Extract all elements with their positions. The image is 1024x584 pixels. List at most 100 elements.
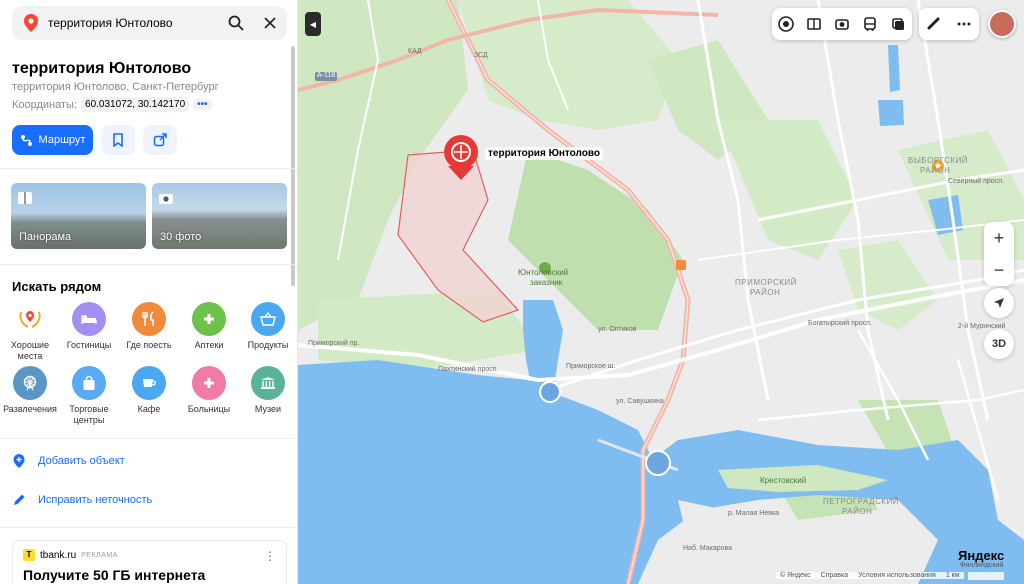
clear-search-button[interactable]: [253, 6, 287, 40]
terms-link[interactable]: Условия использования: [858, 572, 936, 579]
cup-icon: [132, 366, 166, 400]
category-label: Гостиницы: [66, 340, 112, 350]
street-label-severny: Северный просп.: [948, 178, 1004, 185]
category-hospitals[interactable]: Больницы: [179, 366, 239, 415]
map-view[interactable]: КАД А-118 ЗСД Юнтоловский заказник ВЫБОР…: [298, 0, 1024, 584]
ad-source: T tbank.ru РЕКЛАМА: [23, 549, 118, 561]
panel-scrollbar[interactable]: [291, 46, 295, 286]
search-icon: [228, 15, 244, 31]
place-title: территория Юнтолово: [12, 60, 192, 77]
category-museums[interactable]: Музеи: [238, 366, 297, 415]
layers-stack-icon[interactable]: [889, 15, 907, 33]
help-link[interactable]: Справка: [821, 572, 848, 579]
divider: [0, 438, 297, 439]
search-button[interactable]: [219, 6, 253, 40]
zoom-in-button[interactable]: +: [984, 222, 1014, 254]
search-input[interactable]: территория Юнтолово: [48, 16, 219, 30]
copyright-text: © Яндекс: [780, 572, 811, 579]
reserve-label-2: заказник: [530, 278, 563, 287]
coordinates-value[interactable]: 60.031072, 30.142170: [81, 97, 190, 112]
user-avatar[interactable]: [988, 10, 1016, 38]
add-object-label: Добавить объект: [38, 455, 125, 467]
panorama-book-icon[interactable]: [805, 15, 823, 33]
route-button[interactable]: Маршрут: [12, 125, 93, 155]
district-label-primorsky-2: РАЙОН: [750, 288, 781, 297]
close-icon: [264, 17, 276, 29]
divider: [0, 527, 297, 528]
3d-button[interactable]: 3D: [984, 329, 1014, 359]
category-label: Торговые центры: [69, 404, 109, 425]
category-hotels[interactable]: Гостиницы: [59, 302, 119, 351]
panorama-label: Панорама: [19, 231, 72, 243]
district-label-primorsky: ПРИМОРСКИЙ: [735, 278, 797, 287]
category-label: Хорошие места: [10, 340, 50, 361]
plus-icon: [192, 366, 226, 400]
scale-label: 1 км: [945, 572, 960, 579]
ad-card[interactable]: T tbank.ru РЕКЛАМА ⋮ Получите 50 ГБ инте…: [12, 540, 287, 584]
panorama-icon: [18, 192, 32, 204]
add-object-link[interactable]: Добавить объект: [12, 453, 125, 469]
yandex-logo: Яндекс: [958, 548, 1005, 563]
map-tools-toolbar: [919, 8, 979, 40]
map-canvas[interactable]: [298, 0, 1024, 584]
museum-icon: [251, 366, 285, 400]
add-location-icon: [13, 454, 25, 468]
location-arrow-icon: [994, 298, 1004, 308]
pencil-icon: [14, 494, 25, 505]
street-label-primorsky: Приморский пр.: [308, 340, 360, 347]
fix-error-label: Исправить неточность: [38, 494, 153, 506]
ad-menu-icon[interactable]: ⋮: [264, 549, 276, 563]
more-dots-icon[interactable]: [955, 15, 973, 33]
ad-headline: Получите 50 ГБ интернета: [23, 567, 206, 583]
fix-error-link[interactable]: Исправить неточность: [12, 493, 152, 507]
category-good-places[interactable]: Хорошие места: [0, 302, 60, 362]
share-button[interactable]: [143, 125, 177, 155]
marker-label[interactable]: территория Юнтолово: [485, 147, 603, 160]
transport-bus-icon[interactable]: [861, 15, 879, 33]
category-food[interactable]: Где поесть: [119, 302, 179, 351]
district-label-petrogradsky: ПЕТРОГРАДСКИЙ: [823, 497, 899, 506]
layers-circle-icon[interactable]: [777, 15, 795, 33]
panorama-card[interactable]: Панорама: [11, 183, 146, 249]
zoom-out-button[interactable]: −: [984, 254, 1014, 286]
road-label-zsd: ЗСД: [474, 52, 488, 59]
category-pharmacies[interactable]: Аптеки: [179, 302, 239, 351]
ruler-icon[interactable]: [925, 15, 943, 33]
coordinates-label: Координаты:: [12, 98, 78, 111]
category-label: Развлечения: [3, 404, 57, 414]
laurel-pin-icon: [13, 302, 47, 336]
category-entertainment[interactable]: Развлечения: [0, 366, 60, 415]
fork-knife-icon: [132, 302, 166, 336]
geolocation-button[interactable]: [984, 288, 1014, 318]
street-label-optikov: ул. Оптиков: [598, 326, 637, 333]
search-bar[interactable]: территория Юнтолово: [12, 6, 287, 40]
category-label: Кафе: [137, 404, 161, 414]
bookmark-button[interactable]: [101, 125, 135, 155]
bag-icon: [72, 366, 106, 400]
category-groceries[interactable]: Продукты: [238, 302, 297, 351]
category-malls[interactable]: Торговые центры: [59, 366, 119, 426]
reserve-label-1: Юнтоловский: [518, 268, 569, 277]
share-icon: [153, 133, 167, 147]
photos-card[interactable]: 30 фото: [152, 183, 287, 249]
street-label-bogatyrsky: Богатырский просп.: [808, 320, 872, 327]
ferris-wheel-icon: [13, 366, 47, 400]
street-label-pakhtinsky: Пахтинский просп.: [438, 366, 499, 373]
divider: [0, 168, 297, 169]
category-label: Музеи: [254, 404, 282, 414]
island-label: Крестовский: [760, 476, 807, 485]
street-label-malaya-nevka: р. Малая Невка: [728, 510, 780, 517]
ad-tag: РЕКЛАМА: [81, 551, 118, 559]
ad-source-label: tbank.ru: [40, 549, 77, 561]
bookmark-icon: [113, 133, 123, 147]
plus-icon: [192, 302, 226, 336]
collapse-panel-button[interactable]: ◀: [305, 12, 321, 36]
camera-icon[interactable]: [833, 15, 851, 33]
category-cafe[interactable]: Кафе: [119, 366, 179, 415]
coordinates-more-button[interactable]: •••: [193, 99, 212, 110]
street-label-primorskoe: Приморское ш.: [566, 363, 616, 370]
divider: [0, 264, 297, 265]
road-label-a118: А-118: [317, 72, 336, 79]
district-label-vyborgsky: ВЫБОРГСКИЙ: [908, 156, 969, 165]
road-label-kad: КАД: [408, 48, 422, 55]
